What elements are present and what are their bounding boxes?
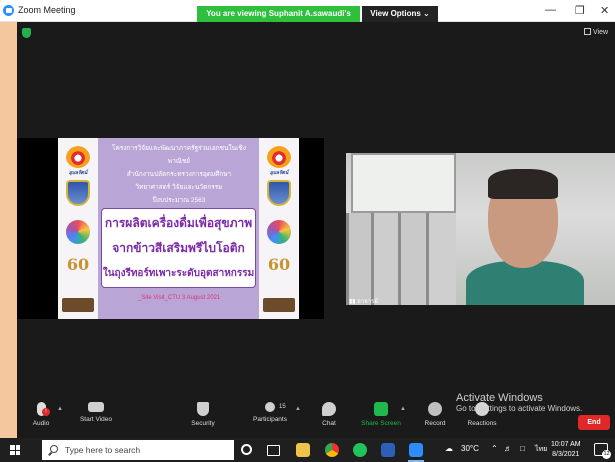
product-logo-icon (62, 298, 94, 312)
screen-share-banner: You are viewing Suphanit A.sawaudi's scr… (197, 6, 360, 34)
video-window-frame (351, 153, 456, 213)
search-icon (50, 445, 58, 453)
zoom-logo-icon (3, 5, 14, 16)
share-screen-icon (374, 402, 388, 416)
view-label: View (593, 29, 609, 36)
logo-label: อุบลรัตน์ (269, 170, 289, 176)
cortana-icon[interactable] (241, 444, 252, 455)
end-meeting-button[interactable]: End (578, 415, 610, 430)
clock-time: 10:07 AM (551, 441, 581, 448)
notifications-icon[interactable]: 12 (594, 443, 611, 459)
word-icon[interactable] (381, 443, 395, 457)
activation-title: Activate Windows (456, 392, 543, 404)
participant-video[interactable] (346, 153, 615, 305)
security-button[interactable]: Security (173, 402, 233, 427)
close-button[interactable]: ✕ (600, 4, 609, 17)
crest-icon (66, 180, 90, 206)
clock-date: 8/3/2021 (552, 451, 580, 458)
audio-alert-badge: ! (42, 408, 50, 416)
slide-header-line: สำนักงานปลัดกระทรวงการอุดมศึกษา (126, 171, 232, 178)
file-explorer-icon[interactable] (296, 443, 310, 457)
taskbar-search-box[interactable]: Type here to search (42, 440, 234, 460)
participant-name-label: ▮▮ อาจารย์ (349, 299, 378, 305)
record-icon (428, 402, 442, 416)
participants-count: 15 (279, 404, 286, 410)
slide-title-line: จากข้าวสีเสริมพรีไบโอติก (112, 241, 245, 255)
video-off-icon (88, 402, 104, 412)
chat-button[interactable]: Chat (299, 402, 359, 427)
view-button[interactable]: View (584, 28, 608, 36)
minimize-button[interactable]: — (545, 4, 556, 16)
line-app-icon[interactable] (353, 443, 367, 457)
encryption-shield-icon[interactable] (22, 28, 31, 38)
windows-start-icon[interactable] (10, 445, 20, 455)
background-strip (0, 0, 17, 462)
video-shelf (346, 213, 456, 305)
slide-header-line: โครงการวิจัยและพัฒนาภาครัฐร่วมเอกชนในเชิ… (112, 145, 246, 165)
weather-cloud-icon[interactable]: ☁ (445, 444, 453, 453)
slide-title-line: การผลิตเครื่องดื่มเพื่อสุขภาพ (104, 216, 253, 230)
chrome-icon[interactable] (325, 443, 339, 457)
person-hair (488, 169, 558, 199)
participants-button[interactable]: Participants (240, 402, 300, 423)
activation-subtitle: Go to Settings to activate Windows. (456, 404, 583, 413)
start-video-button[interactable]: Start Video (66, 402, 126, 423)
windows-taskbar: Type here to search ☁ 30°C ⌃ ♬ □ ไทย 10:… (0, 438, 615, 462)
slide-header-line: วิทยาศาสตร์ วิจัยและนวัตกรรม (135, 184, 223, 191)
chat-icon (322, 402, 336, 416)
product-logo-icon (263, 298, 295, 312)
maximize-button[interactable]: ❐ (575, 4, 585, 17)
participant-person (466, 169, 584, 305)
audio-options-caret[interactable]: ▲ (57, 406, 63, 412)
anniversary-logo-icon: 60 (267, 255, 291, 274)
task-view-icon[interactable] (267, 445, 280, 456)
slide-right-logos: อุบลรัตน์ 60 (259, 138, 299, 319)
window-title: Zoom Meeting (18, 5, 76, 15)
title-bar: Zoom Meeting You are viewing Suphanit A.… (0, 0, 615, 34)
activation-watermark: Activate Windows Go to Settings to activ… (456, 392, 582, 413)
weather-temperature[interactable]: 30°C (461, 444, 479, 453)
notifications-count: 12 (602, 450, 611, 459)
shield-icon (197, 402, 209, 416)
slide-header: โครงการวิจัยและพัฒนาภาครัฐร่วมเอกชนในเชิ… (104, 142, 254, 207)
participants-icon (265, 402, 275, 412)
system-clock[interactable]: 10:07 AM 8/3/2021 (551, 440, 581, 460)
flower-logo-icon (66, 220, 90, 244)
presentation-slide: อุบลรัตน์ 60 อุบลรัตน์ 60 โครงการวิจัยแล… (58, 138, 299, 319)
flower-logo-icon (267, 220, 291, 244)
university-logo-icon (267, 146, 291, 168)
search-placeholder: Type here to search (65, 445, 141, 455)
slide-footer: _Site Visit_CTU 3 August 2021 (138, 295, 221, 301)
slide-header-line: ปีงบประมาณ 2563 (152, 197, 206, 204)
slide-title: การผลิตเครื่องดื่มเพื่อสุขภาพ จากข้าวสีเ… (101, 208, 256, 288)
slide-title-line: ในถุงรีทอร์ทเพาะระดับอุตสาหกรรม (102, 268, 255, 279)
anniversary-logo-icon: 60 (66, 255, 90, 274)
slide-left-logos: อุบลรัตน์ 60 (58, 138, 98, 319)
network-icon[interactable]: □ (520, 444, 525, 453)
grid-icon (584, 28, 591, 35)
view-options-button[interactable]: View Options ⌄ (362, 6, 438, 22)
logo-label: อุบลรัตน์ (68, 170, 88, 176)
volume-icon[interactable]: ♬ (504, 444, 512, 453)
university-logo-icon (66, 146, 90, 168)
language-indicator[interactable]: ไทย (535, 444, 547, 455)
crest-icon (267, 180, 291, 206)
zoom-taskbar-icon[interactable] (409, 443, 423, 457)
tray-chevron-icon[interactable]: ⌃ (491, 444, 498, 453)
